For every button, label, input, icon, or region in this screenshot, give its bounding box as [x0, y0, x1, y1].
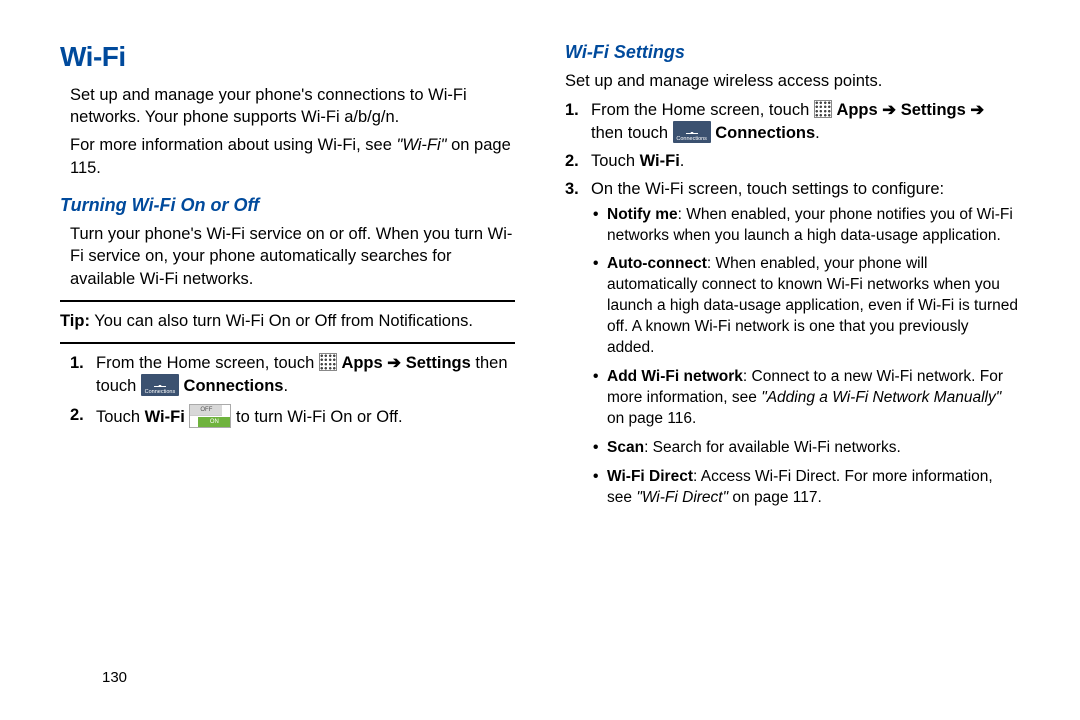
rule [60, 342, 515, 344]
connections-label: Connections [715, 124, 815, 142]
bullet-label: Auto-connect [607, 255, 707, 272]
bullet-text: on page 116. [607, 410, 696, 427]
intro-paragraph-1: Set up and manage your phone's connectio… [60, 84, 515, 129]
cross-reference: "Adding a Wi-Fi Network Manually" [761, 389, 1001, 406]
page-number: 130 [102, 669, 127, 686]
settings-bullets: Notify me: When enabled, your phone noti… [591, 205, 1020, 509]
bullet-add-wifi-network: Add Wi-Fi network: Connect to a new Wi-F… [593, 367, 1020, 430]
left-steps: 1. From the Home screen, touch Apps ➔ Se… [60, 352, 515, 428]
bullet-label: Scan [607, 439, 644, 456]
tip-row: Tip: You can also turn Wi-Fi On or Off f… [60, 310, 515, 332]
subhead-wifi-settings: Wi-Fi Settings [565, 40, 1020, 64]
wifi-label: Wi-Fi [145, 408, 185, 426]
connections-label: Connections [184, 377, 284, 395]
bullet-label: Add Wi-Fi network [607, 368, 743, 385]
arrow-icon: ➔ [387, 354, 401, 372]
step-3: 3. On the Wi-Fi screen, touch settings t… [565, 178, 1020, 508]
toggle-icon: OFF ON [189, 404, 231, 428]
right-column: Wi-Fi Settings Set up and manage wireles… [565, 38, 1020, 517]
text: then touch [591, 124, 673, 142]
subhead-turning-wifi: Turning Wi-Fi On or Off [60, 193, 515, 217]
turning-intro: Turn your phone's Wi-Fi service on or of… [60, 223, 515, 290]
apps-grid-icon [814, 100, 832, 118]
step-number: 3. [565, 178, 579, 200]
text: to turn Wi-Fi On or Off. [236, 408, 403, 426]
bullet-label: Notify me [607, 206, 678, 223]
right-steps: 1. From the Home screen, touch Apps ➔ Se… [565, 99, 1020, 509]
settings-intro: Set up and manage wireless access points… [565, 70, 1020, 92]
arrow-icon: ➔ [970, 101, 984, 119]
text: For more information about using Wi-Fi, … [70, 136, 396, 154]
wifi-label: Wi-Fi [640, 152, 680, 170]
cross-reference: "Wi-Fi Direct" [636, 489, 728, 506]
text: Touch [96, 408, 145, 426]
bullet-text: on page 117. [728, 489, 822, 506]
intro-paragraph-2: For more information about using Wi-Fi, … [60, 134, 515, 179]
apps-grid-icon [319, 353, 337, 371]
step-number: 1. [565, 99, 579, 121]
step-number: 2. [70, 404, 84, 426]
step-2: 2. Touch Wi-Fi. [565, 150, 1020, 172]
bullet-scan: Scan: Search for available Wi-Fi network… [593, 438, 1020, 459]
apps-label: Apps [836, 101, 882, 119]
text: Touch [591, 152, 640, 170]
tip-text: You can also turn Wi-Fi On or Off from N… [90, 312, 473, 330]
text: On the Wi-Fi screen, touch settings to c… [591, 180, 944, 198]
bullet-notify-me: Notify me: When enabled, your phone noti… [593, 205, 1020, 247]
bullet-wifi-direct: Wi-Fi Direct: Access Wi-Fi Direct. For m… [593, 467, 1020, 509]
toggle-on-label: ON [198, 417, 230, 427]
section-title-wifi: Wi-Fi [60, 38, 515, 76]
toggle-off-label: OFF [190, 405, 222, 416]
settings-label: Settings [896, 101, 970, 119]
step-1: 1. From the Home screen, touch Apps ➔ Se… [565, 99, 1020, 145]
arrow-icon: ➔ [882, 101, 896, 119]
rule [60, 300, 515, 302]
apps-label: Apps [341, 354, 387, 372]
text: From the Home screen, touch [96, 354, 319, 372]
bullet-text: : Search for available Wi-Fi networks. [644, 439, 901, 456]
wifi-reference: "Wi-Fi" [396, 136, 446, 154]
settings-label: Settings [406, 354, 471, 372]
tip-label: Tip: [60, 312, 90, 330]
left-column: Wi-Fi Set up and manage your phone's con… [60, 38, 515, 517]
connections-icon [141, 374, 179, 396]
bullet-label: Wi-Fi Direct [607, 468, 693, 485]
bullet-auto-connect: Auto-connect: When enabled, your phone w… [593, 254, 1020, 359]
connections-icon [673, 121, 711, 143]
step-number: 2. [565, 150, 579, 172]
step-number: 1. [70, 352, 84, 374]
step-1: 1. From the Home screen, touch Apps ➔ Se… [70, 352, 515, 398]
text: From the Home screen, touch [591, 101, 814, 119]
step-2: 2. Touch Wi-Fi OFF ON to turn Wi-Fi On o… [70, 404, 515, 428]
